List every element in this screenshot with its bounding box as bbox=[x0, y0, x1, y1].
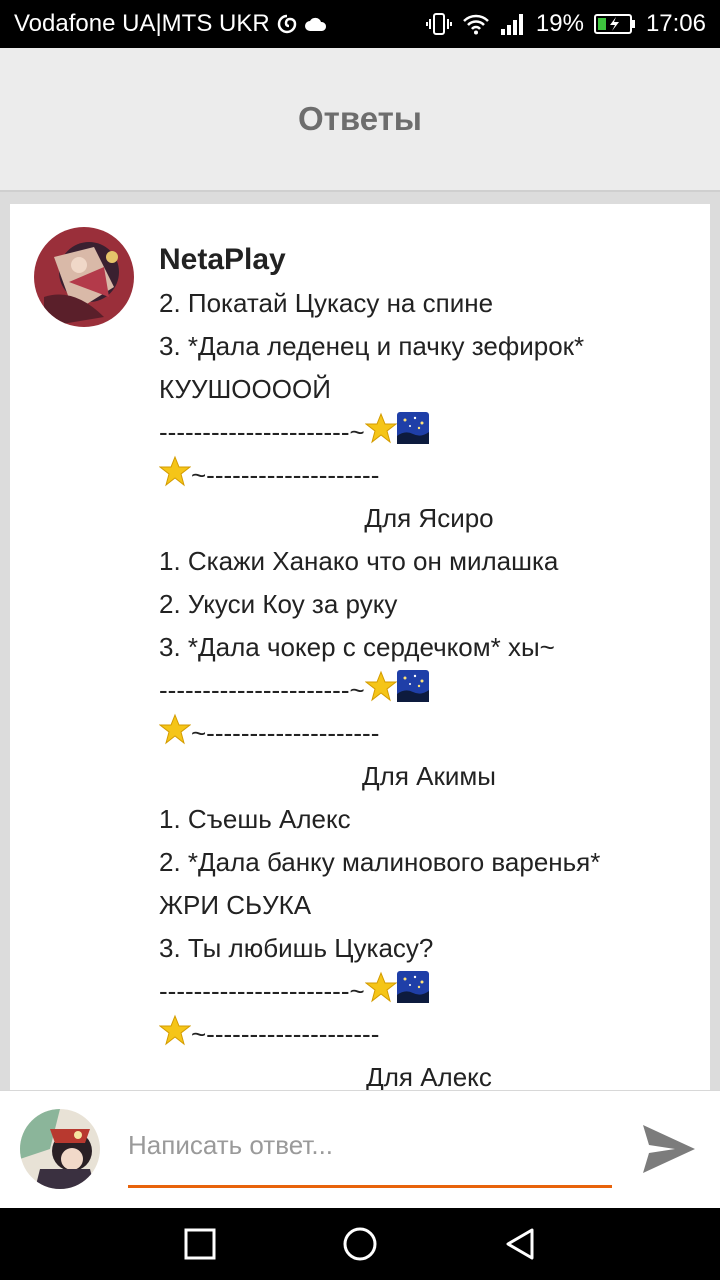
back-button[interactable] bbox=[502, 1226, 538, 1262]
my-avatar bbox=[20, 1109, 100, 1189]
comment-line-text: КУУШОООOЙ bbox=[159, 374, 331, 404]
carrier-label: Vodafone UA|MTS UKR bbox=[14, 10, 270, 37]
comment-line-text: 3. *Дала леденец и пачку зефирок* bbox=[159, 331, 585, 361]
recents-button[interactable] bbox=[182, 1226, 218, 1262]
comment-line: КУУШОООOЙ bbox=[159, 368, 699, 411]
comment-line-text: 2. Покатай Цукасу на спине bbox=[159, 288, 494, 318]
comment-line: ----------------------~ bbox=[159, 411, 699, 454]
comment-line: 2. *Дала банку малинового варенья* bbox=[159, 841, 699, 884]
comment-line-text: 2. Укуси Коу за руку bbox=[159, 589, 398, 619]
star-icon bbox=[364, 412, 398, 457]
star-icon bbox=[158, 713, 192, 758]
comment-line: ЖРИ СЬУКА bbox=[159, 884, 699, 927]
comment-line: Для Ясиро bbox=[159, 497, 699, 540]
comment-line: ~-------------------- bbox=[158, 454, 699, 500]
comment-line-text: 3. *Дала чокер с сердечком* хы~ bbox=[159, 632, 555, 662]
comment-line: 2. Укуси Коу за руку bbox=[159, 583, 699, 626]
comment-line-text: ~-------------------- bbox=[191, 718, 380, 748]
comment-body: NetaPlay 2. Покатай Цукасу на спине 3. *Д… bbox=[158, 238, 699, 1090]
replies-list[interactable]: NetaPlay 2. Покатай Цукасу на спине 3. *Д… bbox=[0, 192, 720, 1090]
cloud-icon bbox=[304, 16, 328, 32]
comment-line-text: Для Ясиро bbox=[364, 503, 494, 533]
reply-bar bbox=[0, 1090, 720, 1208]
input-underline bbox=[128, 1185, 612, 1188]
battery-percent: 19% bbox=[535, 10, 584, 37]
triangle-back-icon bbox=[506, 1228, 534, 1260]
circle-icon bbox=[343, 1227, 377, 1261]
comment-line: 1. Съешь Алекс bbox=[159, 798, 699, 841]
square-icon bbox=[184, 1228, 216, 1260]
reply-input[interactable] bbox=[128, 1123, 612, 1167]
night-sky-icon bbox=[396, 411, 429, 457]
vibrate-icon bbox=[425, 12, 452, 36]
author-name[interactable]: NetaPlay bbox=[159, 238, 699, 282]
reply-card: NetaPlay 2. Покатай Цукасу на спине 3. *Д… bbox=[10, 204, 710, 1090]
comment-line: 1. Скажи Ханако что он милашка bbox=[159, 540, 699, 583]
comment-line: ----------------------~ bbox=[159, 970, 699, 1013]
signal-icon bbox=[500, 13, 526, 35]
navigation-bar bbox=[0, 1208, 720, 1280]
comment-line-text: Для Акимы bbox=[362, 761, 496, 791]
star-icon bbox=[364, 670, 398, 715]
comment-line: 3. Ты любишь Цукасу? bbox=[159, 927, 699, 970]
comment-line: 2. Покатай Цукасу на спине bbox=[159, 282, 699, 325]
comment-line-text: 3. Ты любишь Цукасу? bbox=[159, 933, 434, 963]
comment-line: ----------------------~ bbox=[159, 669, 699, 712]
comment-line-text: ЖРИ СЬУКА bbox=[159, 890, 312, 920]
comment-line: ~-------------------- bbox=[158, 712, 699, 758]
clock: 17:06 bbox=[645, 10, 706, 37]
home-button[interactable] bbox=[342, 1226, 378, 1262]
send-button[interactable] bbox=[638, 1120, 700, 1178]
send-icon bbox=[643, 1125, 695, 1173]
page-title: Ответы bbox=[298, 100, 422, 137]
comment-line-text: ~-------------------- bbox=[191, 460, 380, 490]
wifi-icon bbox=[462, 13, 490, 35]
comment-line: 3. *Дала леденец и пачку зефирок* bbox=[159, 325, 699, 368]
comment-line: Для Акимы bbox=[159, 755, 699, 798]
comment-line: 3. *Дала чокер с сердечком* хы~ bbox=[159, 626, 699, 669]
comment-line-text: Для Алекс bbox=[366, 1062, 492, 1090]
star-icon bbox=[158, 455, 192, 500]
app-header: Ответы bbox=[0, 48, 720, 192]
comment-line-text: ----------------------~ bbox=[159, 976, 365, 1006]
avatar[interactable] bbox=[34, 227, 134, 327]
comment-line: ~-------------------- bbox=[158, 1013, 699, 1059]
comment-line-text: ~-------------------- bbox=[191, 1019, 380, 1049]
comment-line-text: ----------------------~ bbox=[159, 675, 365, 705]
night-sky-icon bbox=[396, 669, 429, 715]
comment-line: Для Алекс bbox=[159, 1056, 699, 1090]
night-sky-icon bbox=[396, 970, 429, 1016]
comment-line-text: 1. Съешь Алекс bbox=[159, 804, 351, 834]
battery-charging-icon bbox=[593, 13, 636, 35]
status-bar: Vodafone UA|MTS UKR 19% 17:06 bbox=[0, 0, 720, 48]
comment-line-text: 2. *Дала банку малинового варенья* bbox=[159, 847, 601, 877]
star-icon bbox=[364, 971, 398, 1016]
swirl-icon bbox=[276, 13, 298, 35]
comment-line-text: 1. Скажи Ханако что он милашка bbox=[159, 546, 559, 576]
comment-line-text: ----------------------~ bbox=[159, 417, 365, 447]
star-icon bbox=[158, 1014, 192, 1059]
